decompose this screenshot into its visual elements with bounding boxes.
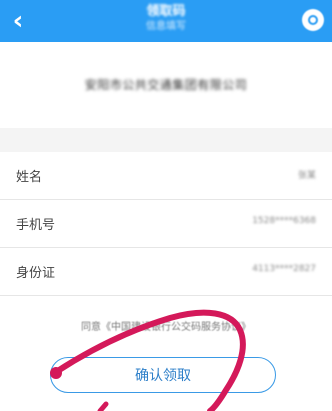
phone-value: 1528****6368 bbox=[252, 216, 316, 226]
name-value: 张某 bbox=[297, 171, 316, 181]
confirm-claim-button[interactable]: 确认领取 bbox=[50, 357, 276, 393]
form-row-phone: 手机号 1528****6368 bbox=[0, 200, 332, 248]
id-card-label: 身份证 bbox=[16, 266, 56, 281]
confirm-claim-label: 确认领取 bbox=[135, 368, 191, 384]
menu-circle-inner bbox=[308, 15, 318, 25]
top-nav-bar: ‹ 领取码 信息填写 bbox=[0, 0, 332, 42]
section-divider bbox=[0, 128, 332, 152]
page-subtitle: 信息填写 bbox=[146, 21, 186, 32]
annotation-tick bbox=[97, 401, 109, 411]
annotation-dot bbox=[50, 367, 62, 379]
form-row-id-card: 身份证 4113****2827 bbox=[0, 248, 332, 296]
id-card-value: 4113****2827 bbox=[252, 264, 316, 274]
company-name: 安阳市公共交通集团有限公司 bbox=[84, 78, 248, 92]
name-label: 姓名 bbox=[16, 170, 43, 185]
phone-label: 手机号 bbox=[16, 218, 56, 233]
page-title: 领取码 bbox=[146, 4, 186, 19]
form-row-name: 姓名 张某 bbox=[0, 152, 332, 200]
agreement-link[interactable]: 同意《中国建设银行公交码服务协议》 bbox=[0, 318, 332, 333]
title-block: 领取码 信息填写 bbox=[96, 3, 236, 33]
back-arrow-icon[interactable]: ‹ bbox=[6, 7, 30, 35]
menu-circle-icon[interactable] bbox=[302, 9, 324, 31]
info-form: 姓名 张某 手机号 1528****6368 身份证 4113****2827 bbox=[0, 152, 332, 296]
back-arrow-glyph: ‹ bbox=[12, 6, 24, 36]
